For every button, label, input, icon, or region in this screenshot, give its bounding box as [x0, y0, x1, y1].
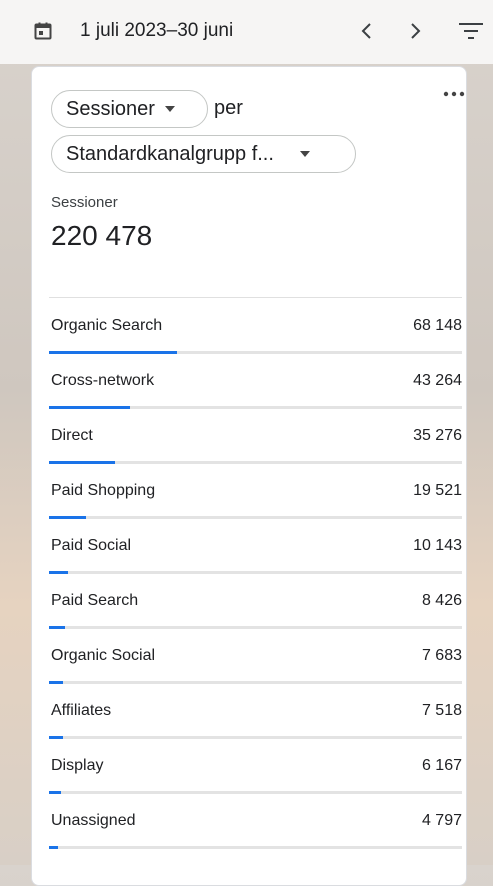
channel-name: Paid Shopping — [51, 482, 156, 499]
channel-name: Direct — [51, 427, 93, 444]
channel-value: 68 148 — [413, 317, 462, 334]
more-horiz-icon[interactable] — [442, 87, 466, 101]
channel-value: 19 521 — [413, 482, 462, 499]
list-item[interactable]: Organic Social 7 683 — [49, 629, 462, 684]
top-bar: 1 juli 2023–30 juni — [0, 0, 493, 64]
list-item[interactable]: Display 6 167 — [49, 739, 462, 794]
metric-total: 220 478 — [51, 220, 153, 251]
list-item[interactable]: Unassigned 4 797 — [49, 794, 462, 849]
list-item[interactable]: Paid Social 10 143 — [49, 519, 462, 574]
channel-value: 8 426 — [421, 592, 462, 609]
metric-dropdown-label: Sessioner — [66, 97, 155, 120]
bar-fill — [49, 846, 59, 849]
channel-name: Display — [51, 757, 104, 774]
channel-name: Paid Social — [51, 537, 132, 554]
dropdown-caret-icon — [164, 106, 175, 112]
divider — [49, 297, 462, 298]
channel-value: 43 264 — [413, 372, 462, 389]
dropdown-caret-icon — [299, 151, 310, 157]
list-item[interactable]: Direct 35 276 — [49, 409, 462, 464]
channel-name: Cross-network — [51, 372, 155, 389]
list-item[interactable]: Paid Search 8 426 — [49, 574, 462, 629]
metric-dropdown[interactable]: Sessioner — [51, 90, 208, 128]
channel-value: 7 518 — [421, 702, 462, 719]
channel-value: 35 276 — [413, 427, 462, 444]
channel-value: 7 683 — [421, 647, 462, 664]
report-card: Sessioner per Standardkanalgrupp f... Se… — [31, 66, 467, 886]
calendar-icon[interactable] — [34, 22, 52, 40]
dimension-dropdown-label: Standardkanalgrupp f... — [66, 142, 274, 165]
channel-name: Unassigned — [51, 812, 136, 829]
dimension-dropdown[interactable]: Standardkanalgrupp f... — [51, 135, 356, 173]
channel-value: 4 797 — [421, 812, 462, 829]
channel-name: Organic Social — [51, 647, 156, 664]
channel-name: Affiliates — [51, 702, 112, 719]
list-item[interactable]: Cross-network 43 264 — [49, 354, 462, 409]
per-text: per — [214, 97, 243, 119]
date-range[interactable]: 1 juli 2023–30 juni — [80, 20, 233, 42]
filter-icon[interactable] — [458, 20, 484, 42]
channel-name: Paid Search — [51, 592, 139, 609]
list-item[interactable]: Affiliates 7 518 — [49, 684, 462, 739]
metric-label: Sessioner — [51, 194, 118, 211]
channel-list: Organic Search 68 148 Cross-network 43 264 D… — [49, 299, 462, 849]
channel-name: Organic Search — [51, 317, 163, 334]
chevron-left-icon[interactable] — [355, 18, 379, 44]
bar-track — [49, 846, 462, 849]
channel-value: 10 143 — [413, 537, 462, 554]
chevron-right-icon[interactable] — [403, 18, 427, 44]
channel-value: 6 167 — [421, 757, 462, 774]
list-item[interactable]: Organic Search 68 148 — [49, 299, 462, 354]
list-item[interactable]: Paid Shopping 19 521 — [49, 464, 462, 519]
